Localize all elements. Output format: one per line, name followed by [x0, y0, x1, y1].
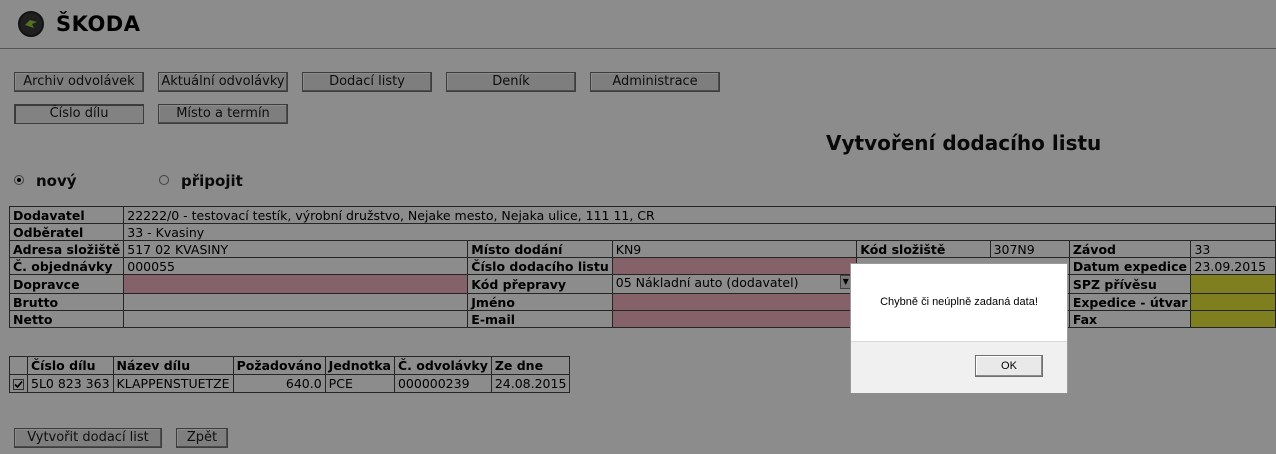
- error-message: Chybně či neúplně zadaná data!: [880, 296, 1038, 308]
- dialog-footer: OK: [851, 341, 1067, 393]
- error-dialog: Chybně či neúplně zadaná data! OK: [850, 263, 1068, 393]
- modal-overlay: [0, 0, 1276, 454]
- ok-button[interactable]: OK: [975, 355, 1043, 377]
